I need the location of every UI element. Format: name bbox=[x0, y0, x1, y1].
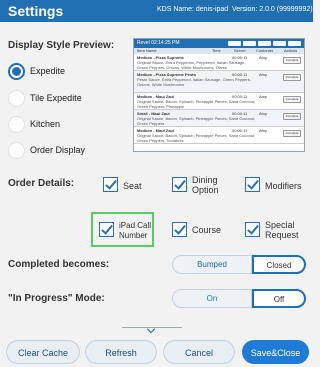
radio-selected-icon[interactable] bbox=[8, 63, 25, 80]
refresh-button[interactable]: Refresh bbox=[85, 340, 157, 364]
checkbox-course[interactable]: Course bbox=[172, 220, 232, 242]
option-on[interactable]: On bbox=[172, 289, 252, 308]
display-style-label: Display Style Preview: bbox=[8, 40, 115, 51]
preview-customer: Amy bbox=[259, 94, 267, 99]
chevron-down-icon[interactable] bbox=[122, 327, 182, 336]
checkbox-dining-option[interactable]: Dining Option bbox=[172, 175, 232, 197]
order-details-label: Order Details: bbox=[8, 178, 75, 189]
preview-order: Medium - Pizza Supreme 00:00:11 Amy Orig… bbox=[134, 54, 304, 71]
window-title: Settings bbox=[8, 3, 64, 19]
checkbox-seat[interactable]: Seat bbox=[103, 175, 163, 197]
preview-mods: Original Sauce, Bacon, Spinach, Pineappl… bbox=[137, 116, 256, 126]
in-progress-mode-segmented-control[interactable]: On Off bbox=[172, 289, 306, 308]
clear-cache-button[interactable]: Clear Cache bbox=[6, 340, 80, 364]
preview-customer: Amy bbox=[259, 128, 267, 133]
preview-top-bar: Revel 02:14:25 PM bbox=[134, 39, 304, 48]
checkbox-ipad-call-number[interactable]: iPad Call Number bbox=[99, 220, 153, 242]
checkbox-checked-icon[interactable] bbox=[245, 177, 260, 192]
preview-order: Medium - Maui Zaui 00:00:11 Amy Original… bbox=[134, 93, 304, 110]
checkbox-checked-icon[interactable] bbox=[172, 177, 187, 192]
checkbox-modifiers[interactable]: Modifiers bbox=[245, 175, 309, 197]
checkbox-checked-icon[interactable] bbox=[103, 177, 118, 192]
completed-becomes-label: Completed becomes: bbox=[8, 259, 110, 270]
checkbox-label: Dining Option bbox=[192, 175, 219, 195]
preview-complete-button: Complete bbox=[283, 74, 301, 81]
preview-order: Small - Maui Zaui 00:00:11 Amy Original … bbox=[134, 110, 304, 127]
option-bumped[interactable]: Bumped bbox=[172, 255, 252, 274]
checkbox-label: iPad Call Number bbox=[119, 221, 152, 240]
style-preview-image: Revel 02:14:25 PM Item Name Time Server … bbox=[133, 38, 305, 152]
radio-label: Expedite bbox=[30, 66, 66, 76]
preview-complete-button: Complete bbox=[283, 113, 301, 120]
preview-mods: Original Sauce, Extra Pepperoni, Peppero… bbox=[137, 60, 246, 70]
preview-customer: Amy bbox=[259, 111, 267, 116]
title-bar: Settings KDS Name: denis-ipad Version: 2… bbox=[0, 0, 313, 22]
preview-mods: Original Sauce, Bacon, Spinach, Pineappl… bbox=[137, 133, 256, 143]
checkbox-checked-icon[interactable] bbox=[172, 222, 187, 237]
checkbox-label: Modifiers bbox=[265, 181, 302, 191]
radio-label: Kitchen bbox=[30, 119, 61, 129]
save-close-button[interactable]: Save&Close bbox=[242, 340, 309, 364]
preview-mods: Pesto Sauce, Extra Pepperoni, Italian Sa… bbox=[137, 77, 251, 87]
checkbox-label: Seat bbox=[123, 181, 142, 191]
kds-name: KDS Name: denis-ipad bbox=[157, 6, 229, 13]
checkbox-checked-icon[interactable] bbox=[99, 222, 114, 237]
option-off[interactable]: Off bbox=[252, 289, 306, 308]
radio-unselected-icon[interactable] bbox=[8, 116, 25, 133]
radio-unselected-icon[interactable] bbox=[8, 90, 25, 107]
radio-unselected-icon[interactable] bbox=[8, 142, 25, 159]
in-progress-mode-label: "In Progress" Mode: bbox=[8, 293, 105, 304]
preview-customer: Amy bbox=[259, 55, 267, 60]
preview-order: Medium - Maui Zaui 00:00:11 Amy Original… bbox=[134, 127, 304, 144]
version-label: Version: 2.0.0 (99999992) bbox=[232, 6, 313, 13]
preview-order: Medium - Pizza Supreme Pesto 00:00:11 Am… bbox=[134, 71, 304, 93]
preview-complete-button: Complete bbox=[283, 130, 301, 137]
radio-label: Order Display bbox=[30, 145, 86, 155]
completed-becomes-segmented-control[interactable]: Bumped Closed bbox=[172, 255, 306, 274]
preview-customer: Amy bbox=[259, 72, 267, 77]
cancel-button[interactable]: Cancel bbox=[163, 340, 235, 364]
preview-time: Revel 02:14:25 PM bbox=[137, 40, 180, 46]
checkbox-label: Special Request bbox=[265, 220, 299, 240]
checkbox-label: Course bbox=[192, 225, 222, 235]
radio-label: Tile Expedite bbox=[30, 93, 82, 103]
checkbox-checked-icon[interactable] bbox=[245, 222, 260, 237]
option-closed[interactable]: Closed bbox=[252, 255, 306, 274]
preview-mods: Original Sauce, Bacon, Spinach, Pineappl… bbox=[137, 99, 256, 109]
checkbox-special-request[interactable]: Special Request bbox=[245, 220, 309, 242]
preview-complete-button: Complete bbox=[283, 57, 301, 64]
preview-complete-button: Complete bbox=[283, 96, 301, 103]
